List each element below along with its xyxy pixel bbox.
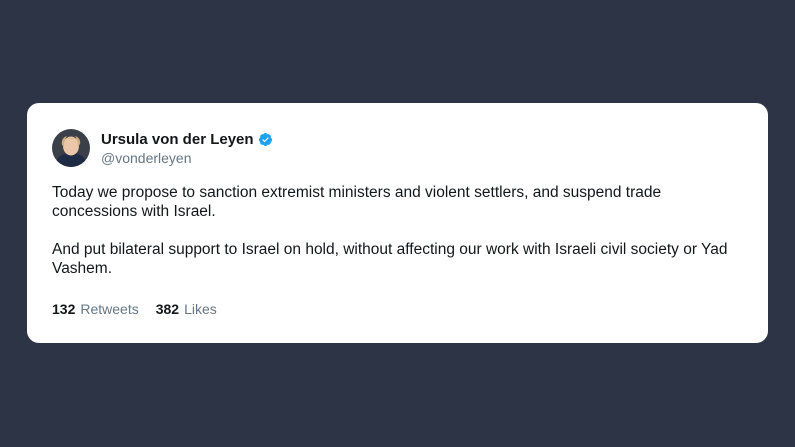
author-names: Ursula von der Leyen @vonderleyen [101,130,273,166]
tweet-header: Ursula von der Leyen @vonderleyen [52,127,743,169]
likes-stat[interactable]: 382 Likes [156,301,217,317]
retweets-count: 132 [52,301,76,317]
tweet-card: Ursula von der Leyen @vonderleyen Today … [27,103,768,343]
tweet-stats: 132 Retweets 382 Likes [52,301,743,317]
retweets-stat[interactable]: 132 Retweets [52,301,139,317]
tweet-paragraph: Today we propose to sanction extremist m… [52,184,662,220]
tweet-paragraph: And put bilateral support to Israel on h… [52,241,728,277]
likes-label: Likes [184,301,217,317]
user-handle[interactable]: @vonderleyen [101,150,273,166]
likes-count: 382 [155,301,180,317]
avatar[interactable] [52,129,90,167]
display-name[interactable]: Ursula von der Leyen [101,131,254,148]
tweet-text: Today we propose to sanction extremist m… [52,183,743,278]
verified-badge-icon [258,132,273,147]
retweets-label: Retweets [80,301,139,317]
name-row: Ursula von der Leyen [101,130,273,149]
